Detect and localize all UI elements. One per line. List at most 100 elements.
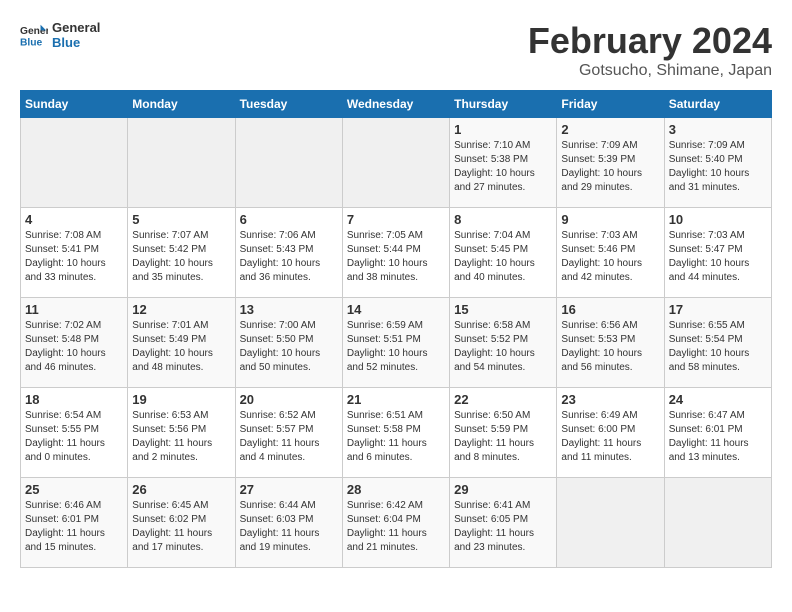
header-friday: Friday bbox=[557, 91, 664, 118]
day-number: 26 bbox=[132, 482, 230, 497]
header: General Blue General Blue February 2024 … bbox=[20, 20, 772, 80]
day-cell: 2Sunrise: 7:09 AM Sunset: 5:39 PM Daylig… bbox=[557, 118, 664, 208]
day-info: Sunrise: 7:01 AM Sunset: 5:49 PM Dayligh… bbox=[132, 319, 230, 375]
day-info: Sunrise: 7:06 AM Sunset: 5:43 PM Dayligh… bbox=[240, 229, 338, 285]
day-info: Sunrise: 6:41 AM Sunset: 6:05 PM Dayligh… bbox=[454, 499, 552, 555]
day-number: 2 bbox=[561, 122, 659, 137]
day-info: Sunrise: 6:56 AM Sunset: 5:53 PM Dayligh… bbox=[561, 319, 659, 375]
header-tuesday: Tuesday bbox=[235, 91, 342, 118]
day-cell: 1 Sunrise: 7:10 AM Sunset: 5:38 PM Daylig… bbox=[450, 118, 557, 208]
day-info: Sunrise: 7:00 AM Sunset: 5:50 PM Dayligh… bbox=[240, 319, 338, 375]
day-cell: 19Sunrise: 6:53 AM Sunset: 5:56 PM Dayli… bbox=[128, 388, 235, 478]
calendar-header-row: SundayMondayTuesdayWednesdayThursdayFrid… bbox=[21, 91, 772, 118]
day-number: 9 bbox=[561, 212, 659, 227]
day-cell: 17 Sunrise: 6:55 AM Sunset: 5:54 PM Dayli… bbox=[664, 298, 771, 388]
day-cell: 24 Sunrise: 6:47 AM Sunset: 6:01 PM Dayli… bbox=[664, 388, 771, 478]
day-number: 5 bbox=[132, 212, 230, 227]
day-number: 14 bbox=[347, 302, 445, 317]
day-number: 25 bbox=[25, 482, 123, 497]
week-row-1: 1 Sunrise: 7:10 AM Sunset: 5:38 PM Daylig… bbox=[21, 118, 772, 208]
day-info: Sunrise: 6:52 AM Sunset: 5:57 PM Dayligh… bbox=[240, 409, 338, 465]
svg-text:Blue: Blue bbox=[20, 37, 43, 48]
day-info: Sunrise: 6:42 AM Sunset: 6:04 PM Dayligh… bbox=[347, 499, 445, 555]
day-info: Sunrise: 6:53 AM Sunset: 5:56 PM Dayligh… bbox=[132, 409, 230, 465]
day-number: 7 bbox=[347, 212, 445, 227]
day-info: Sunrise: 6:50 AM Sunset: 5:59 PM Dayligh… bbox=[454, 409, 552, 465]
day-cell: 21 Sunrise: 6:51 AM Sunset: 5:58 PM Dayli… bbox=[342, 388, 449, 478]
day-info: Sunrise: 6:49 AM Sunset: 6:00 PM Dayligh… bbox=[561, 409, 659, 465]
day-info: Sunrise: 6:58 AM Sunset: 5:52 PM Dayligh… bbox=[454, 319, 552, 375]
day-info: Sunrise: 7:09 AM Sunset: 5:40 PM Dayligh… bbox=[669, 139, 767, 195]
day-info: Sunrise: 6:55 AM Sunset: 5:54 PM Dayligh… bbox=[669, 319, 767, 375]
day-cell: 6Sunrise: 7:06 AM Sunset: 5:43 PM Daylig… bbox=[235, 208, 342, 298]
day-number: 12 bbox=[132, 302, 230, 317]
logo-line1: General bbox=[52, 20, 100, 35]
day-cell: 9 Sunrise: 7:03 AM Sunset: 5:46 PM Daylig… bbox=[557, 208, 664, 298]
header-saturday: Saturday bbox=[664, 91, 771, 118]
day-cell: 4 Sunrise: 7:08 AM Sunset: 5:41 PM Daylig… bbox=[21, 208, 128, 298]
day-number: 23 bbox=[561, 392, 659, 407]
day-number: 29 bbox=[454, 482, 552, 497]
week-row-4: 18Sunrise: 6:54 AM Sunset: 5:55 PM Dayli… bbox=[21, 388, 772, 478]
day-number: 24 bbox=[669, 392, 767, 407]
day-cell bbox=[342, 118, 449, 208]
day-cell: 14 Sunrise: 6:59 AM Sunset: 5:51 PM Dayli… bbox=[342, 298, 449, 388]
calendar-subtitle: Gotsucho, Shimane, Japan bbox=[528, 62, 772, 80]
day-number: 27 bbox=[240, 482, 338, 497]
day-number: 17 bbox=[669, 302, 767, 317]
day-cell: 7 Sunrise: 7:05 AM Sunset: 5:44 PM Daylig… bbox=[342, 208, 449, 298]
day-info: Sunrise: 6:51 AM Sunset: 5:58 PM Dayligh… bbox=[347, 409, 445, 465]
day-number: 4 bbox=[25, 212, 123, 227]
day-info: Sunrise: 6:46 AM Sunset: 6:01 PM Dayligh… bbox=[25, 499, 123, 555]
day-cell: 27 Sunrise: 6:44 AM Sunset: 6:03 PM Dayli… bbox=[235, 478, 342, 568]
day-info: Sunrise: 6:59 AM Sunset: 5:51 PM Dayligh… bbox=[347, 319, 445, 375]
day-info: Sunrise: 7:08 AM Sunset: 5:41 PM Dayligh… bbox=[25, 229, 123, 285]
day-info: Sunrise: 7:07 AM Sunset: 5:42 PM Dayligh… bbox=[132, 229, 230, 285]
day-info: Sunrise: 6:47 AM Sunset: 6:01 PM Dayligh… bbox=[669, 409, 767, 465]
day-number: 21 bbox=[347, 392, 445, 407]
day-info: Sunrise: 6:44 AM Sunset: 6:03 PM Dayligh… bbox=[240, 499, 338, 555]
day-number: 3 bbox=[669, 122, 767, 137]
header-wednesday: Wednesday bbox=[342, 91, 449, 118]
day-number: 18 bbox=[25, 392, 123, 407]
day-cell: 15Sunrise: 6:58 AM Sunset: 5:52 PM Dayli… bbox=[450, 298, 557, 388]
day-number: 13 bbox=[240, 302, 338, 317]
day-number: 22 bbox=[454, 392, 552, 407]
day-cell: 22 Sunrise: 6:50 AM Sunset: 5:59 PM Dayli… bbox=[450, 388, 557, 478]
day-cell bbox=[128, 118, 235, 208]
day-cell bbox=[557, 478, 664, 568]
logo-line2: Blue bbox=[52, 35, 100, 50]
logo: General Blue General Blue bbox=[20, 20, 100, 50]
day-number: 11 bbox=[25, 302, 123, 317]
week-row-3: 11 Sunrise: 7:02 AM Sunset: 5:48 PM Dayli… bbox=[21, 298, 772, 388]
day-info: Sunrise: 7:05 AM Sunset: 5:44 PM Dayligh… bbox=[347, 229, 445, 285]
day-cell: 10Sunrise: 7:03 AM Sunset: 5:47 PM Dayli… bbox=[664, 208, 771, 298]
day-number: 28 bbox=[347, 482, 445, 497]
day-cell: 16 Sunrise: 6:56 AM Sunset: 5:53 PM Dayli… bbox=[557, 298, 664, 388]
day-info: Sunrise: 7:02 AM Sunset: 5:48 PM Dayligh… bbox=[25, 319, 123, 375]
day-number: 16 bbox=[561, 302, 659, 317]
day-cell: 3 Sunrise: 7:09 AM Sunset: 5:40 PM Daylig… bbox=[664, 118, 771, 208]
day-cell: 26Sunrise: 6:45 AM Sunset: 6:02 PM Dayli… bbox=[128, 478, 235, 568]
day-cell: 28 Sunrise: 6:42 AM Sunset: 6:04 PM Dayli… bbox=[342, 478, 449, 568]
day-number: 1 bbox=[454, 122, 552, 137]
calendar-table: SundayMondayTuesdayWednesdayThursdayFrid… bbox=[20, 90, 772, 568]
day-info: Sunrise: 7:04 AM Sunset: 5:45 PM Dayligh… bbox=[454, 229, 552, 285]
day-number: 8 bbox=[454, 212, 552, 227]
title-area: February 2024 Gotsucho, Shimane, Japan bbox=[528, 20, 772, 80]
day-cell: 23 Sunrise: 6:49 AM Sunset: 6:00 PM Dayli… bbox=[557, 388, 664, 478]
day-cell: 5 Sunrise: 7:07 AM Sunset: 5:42 PM Daylig… bbox=[128, 208, 235, 298]
logo-icon: General Blue bbox=[20, 21, 48, 49]
day-info: Sunrise: 7:03 AM Sunset: 5:46 PM Dayligh… bbox=[561, 229, 659, 285]
day-number: 20 bbox=[240, 392, 338, 407]
day-cell: 25 Sunrise: 6:46 AM Sunset: 6:01 PM Dayli… bbox=[21, 478, 128, 568]
week-row-5: 25 Sunrise: 6:46 AM Sunset: 6:01 PM Dayli… bbox=[21, 478, 772, 568]
svg-text:General: General bbox=[20, 26, 48, 37]
day-cell bbox=[21, 118, 128, 208]
day-cell: 13 Sunrise: 7:00 AM Sunset: 5:50 PM Dayli… bbox=[235, 298, 342, 388]
day-info: Sunrise: 7:03 AM Sunset: 5:47 PM Dayligh… bbox=[669, 229, 767, 285]
day-info: Sunrise: 7:10 AM Sunset: 5:38 PM Dayligh… bbox=[454, 139, 552, 195]
day-cell: 29 Sunrise: 6:41 AM Sunset: 6:05 PM Dayli… bbox=[450, 478, 557, 568]
week-row-2: 4 Sunrise: 7:08 AM Sunset: 5:41 PM Daylig… bbox=[21, 208, 772, 298]
day-cell: 8 Sunrise: 7:04 AM Sunset: 5:45 PM Daylig… bbox=[450, 208, 557, 298]
